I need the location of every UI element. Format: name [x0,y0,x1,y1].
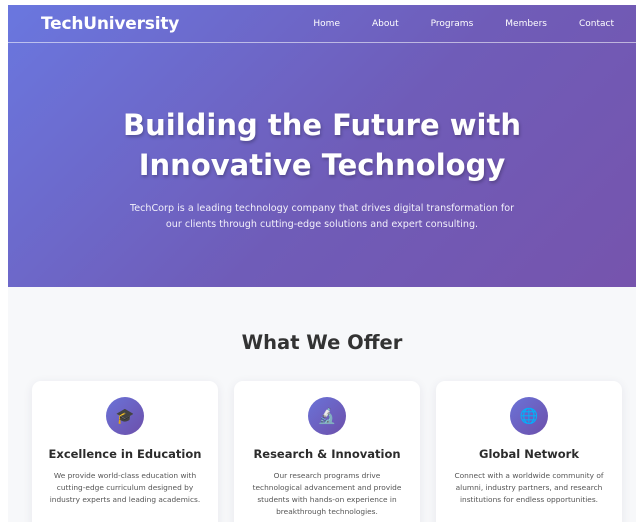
microscope-icon: 🔬 [308,397,346,435]
card-title: Global Network [479,447,579,461]
card-network: 🌐 Global Network Connect with a worldwid… [436,381,622,522]
nav-link-programs[interactable]: Programs [431,19,474,29]
nav-link-contact[interactable]: Contact [579,19,614,29]
hero-title: Building the Future with Innovative Tech… [8,105,636,185]
card-education: 🎓 Excellence in Education We provide wor… [32,381,218,522]
nav-link-home[interactable]: Home [313,19,340,29]
card-text: Connect with a worldwide community of al… [454,471,604,504]
card-research: 🔬 Research & Innovation Our research pro… [234,381,420,522]
card-text: Our research programs drive technologica… [252,471,402,516]
hero-title-line2: Innovative Technology [138,148,506,182]
nav-links: Home About Programs Members Contact [281,19,614,29]
nav-link-about[interactable]: About [372,19,399,29]
card-text: We provide world-class education with cu… [49,471,201,504]
hero-title-line1: Building the Future with [123,108,521,142]
hero-section: TechUniversity Home About Programs Membe… [8,5,636,287]
hero-subtitle: TechCorp is a leading technology company… [129,203,515,230]
globe-icon: 🌐 [510,397,548,435]
brand-logo[interactable]: TechUniversity [41,14,179,34]
card-title: Excellence in Education [48,447,202,461]
page: TechUniversity Home About Programs Membe… [8,5,636,522]
offer-title: What We Offer [241,331,403,354]
nav-link-members[interactable]: Members [505,19,547,29]
graduation-cap-icon: 🎓 [106,397,144,435]
navbar: TechUniversity Home About Programs Membe… [8,5,636,43]
offer-section: What We Offer 🎓 Excellence in Education … [8,287,636,522]
hero: Building the Future with Innovative Tech… [8,43,636,287]
card-title: Research & Innovation [253,447,401,461]
